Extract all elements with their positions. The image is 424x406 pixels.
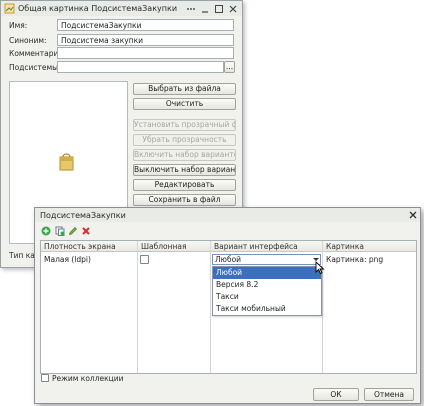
card-title: Общая картинка ПодсистемаЗакупки <box>18 4 178 13</box>
subsystems-label: Подсистемы: <box>9 63 61 72</box>
dropdown-option[interactable]: Такси <box>213 291 239 303</box>
dropdown-option[interactable]: Такси мобильный <box>213 303 286 315</box>
dialog-title: ПодсистемаЗакупки <box>40 211 126 220</box>
dialog-close-icon[interactable] <box>408 210 418 220</box>
disable-variants-button[interactable]: Выключить набор вариантов <box>133 164 236 176</box>
name-label: Имя: <box>9 21 28 30</box>
add-icon[interactable] <box>41 226 51 236</box>
name-field[interactable]: ПодсистемаЗакупки <box>57 19 234 31</box>
set-transparent-button[interactable]: Установить прозрачный фон <box>133 119 236 131</box>
dropdown-option[interactable]: Версия 8.2 <box>213 279 258 291</box>
cancel-button[interactable]: Отмена <box>364 388 414 401</box>
picture-cell[interactable]: Картинка: png <box>323 254 383 265</box>
close-icon[interactable] <box>228 4 238 14</box>
save-to-file-button[interactable]: Сохранить в файл <box>133 194 236 206</box>
delete-icon[interactable] <box>81 226 91 236</box>
picture-variants-dialog: ПодсистемаЗакупки Плотность экрана Шабло… <box>34 207 421 404</box>
synonym-label: Синоним: <box>9 36 47 45</box>
column-header-density[interactable]: Плотность экрана <box>41 241 116 252</box>
ok-button[interactable]: ОК <box>313 388 359 401</box>
copy-icon[interactable] <box>55 226 65 236</box>
minimize-icon[interactable] <box>200 4 210 14</box>
edit-button[interactable]: Редактировать <box>133 179 236 191</box>
column-header-template[interactable]: Шаблонная <box>138 241 187 252</box>
remove-transparency-button[interactable]: Убрать прозрачность <box>133 134 236 146</box>
collection-mode-checkbox[interactable] <box>41 374 49 382</box>
subsystems-select-button[interactable]: ... <box>224 61 235 73</box>
dropdown-option[interactable]: Любой <box>213 267 242 279</box>
shopping-bag-icon <box>59 153 74 171</box>
template-checkbox[interactable] <box>140 255 149 264</box>
collection-mode-label: Режим коллекции <box>52 374 124 383</box>
load-from-file-button[interactable]: Выбрать из файла <box>133 83 236 95</box>
column-header-picture[interactable]: Картинка <box>323 241 364 252</box>
synonym-field[interactable]: Подсистема закупки <box>57 34 234 46</box>
density-cell[interactable]: Малая (ldpi) <box>41 254 91 265</box>
clear-button[interactable]: Очистить <box>133 98 236 110</box>
mouse-cursor-icon <box>315 261 325 275</box>
picture-app-icon <box>4 3 15 14</box>
edit-pencil-icon[interactable] <box>68 226 78 236</box>
maximize-icon[interactable] <box>214 4 224 14</box>
enable-variants-button[interactable]: Включить набор вариантов <box>133 149 236 161</box>
subsystems-field[interactable] <box>57 61 224 73</box>
variant-select-value: Любой <box>215 255 242 264</box>
column-header-variant[interactable]: Вариант интерфейса <box>211 241 298 252</box>
more-icon[interactable] <box>186 4 196 14</box>
comment-field[interactable] <box>57 47 234 59</box>
